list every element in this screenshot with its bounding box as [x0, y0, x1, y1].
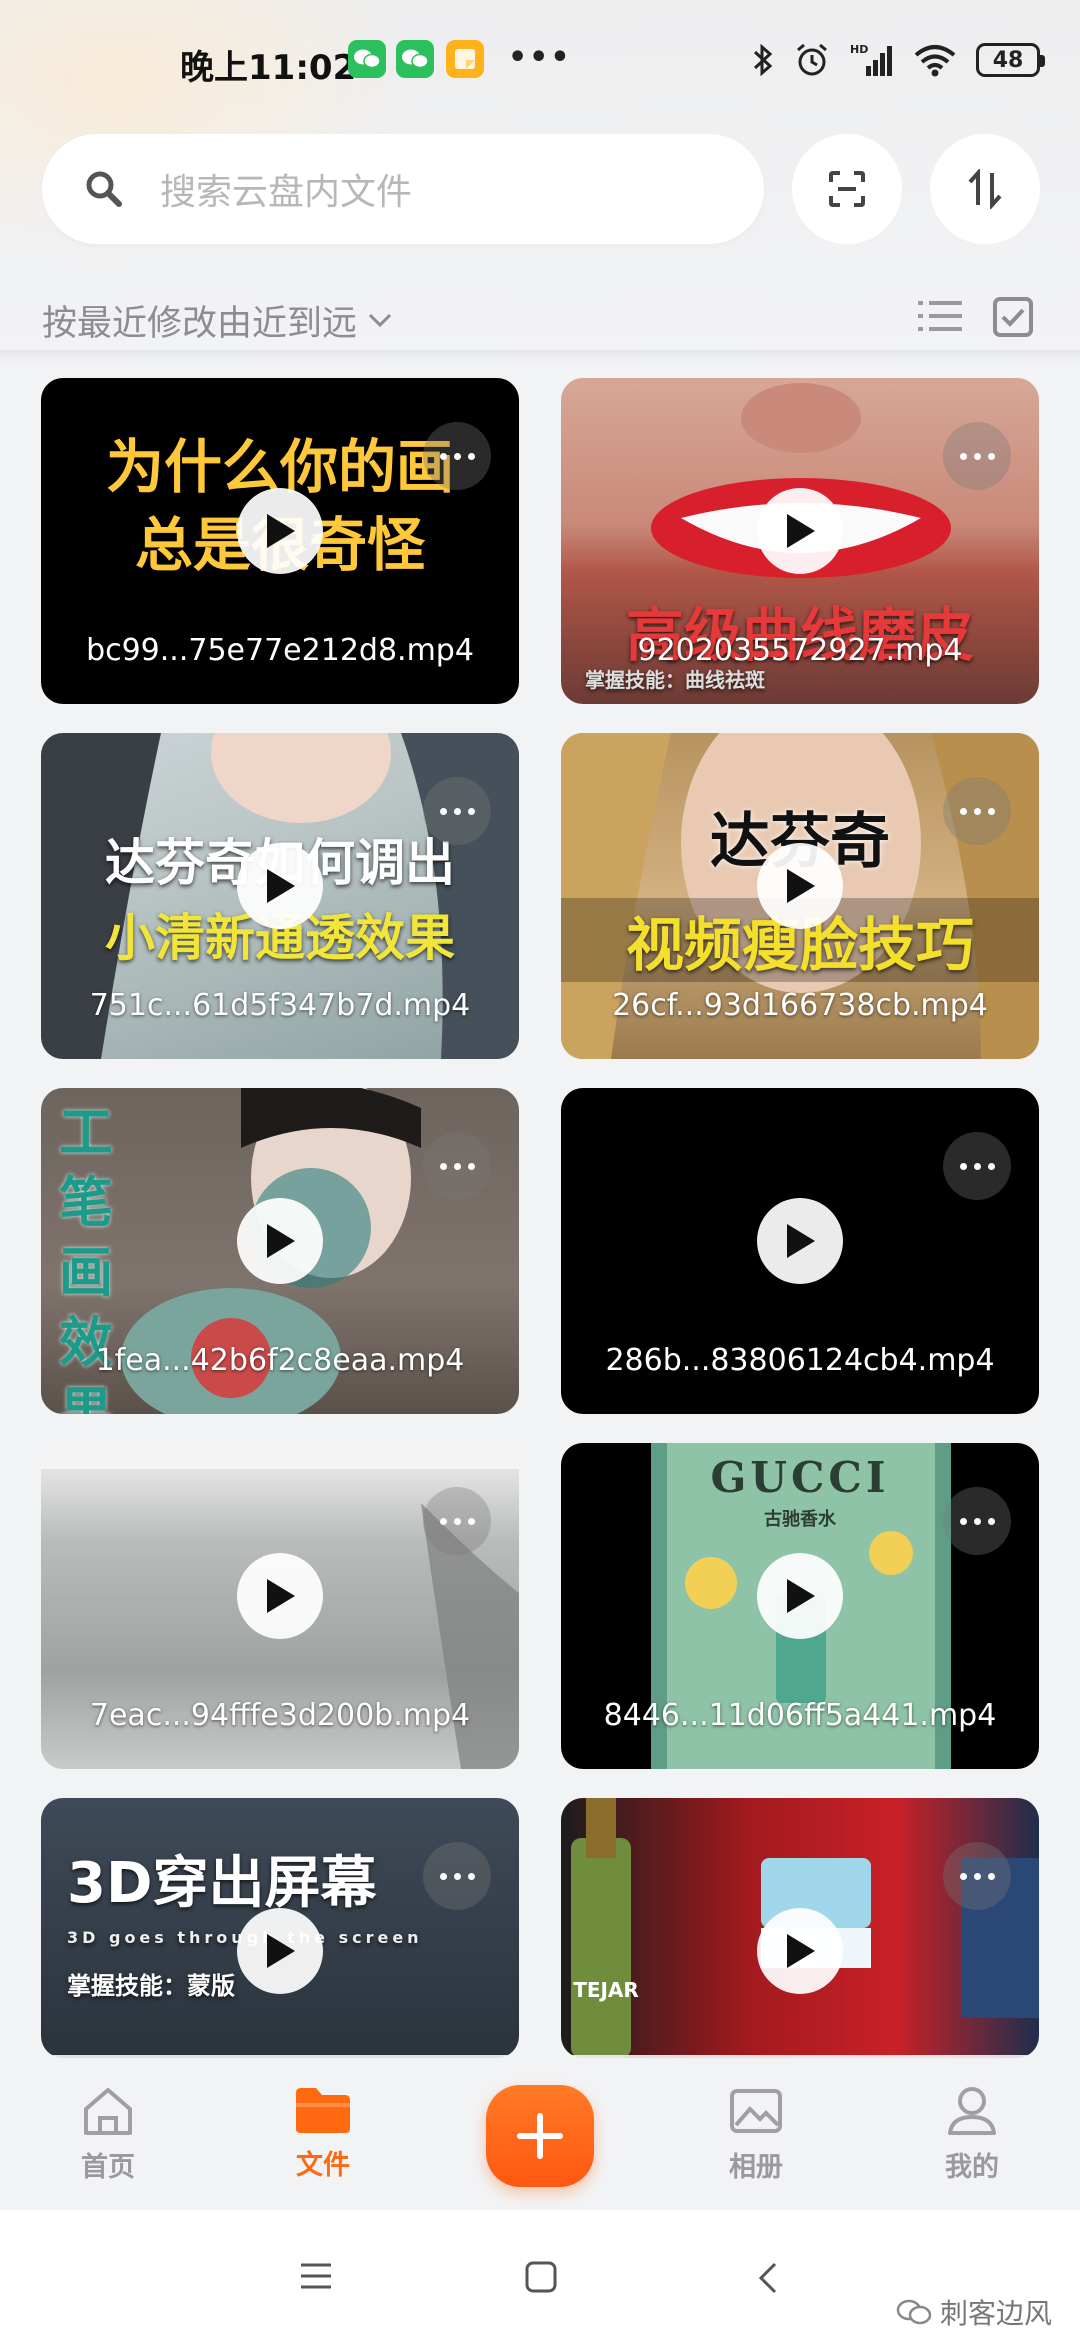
watermark: 刺客边风: [896, 2292, 1052, 2332]
menu-icon[interactable]: [298, 2260, 334, 2292]
file-name: 1fea...42b6f2c8eaa.mp4: [95, 1343, 465, 1378]
file-card[interactable]: 达芬奇如何调出 小清新通透效果 751c...61d5f347b7d.mp4: [41, 733, 519, 1059]
play-button[interactable]: [757, 843, 843, 929]
search-bar[interactable]: 搜索云盘内文件: [42, 134, 764, 244]
file-card[interactable]: 3D穿出屏幕 3D goes through the screen 掌握技能：蒙…: [41, 1798, 519, 2058]
file-name: 9202035572927.mp4: [637, 633, 963, 668]
signal-icon: HD: [850, 43, 892, 76]
more-options-button[interactable]: [423, 1132, 491, 1200]
file-card[interactable]: 286b...83806124cb4.mp4: [561, 1088, 1039, 1414]
more-options-button[interactable]: [423, 1842, 491, 1910]
play-button[interactable]: [757, 1908, 843, 1994]
file-card[interactable]: 高级曲线磨皮 掌握技能：曲线祛斑 9202035572927.mp4: [561, 378, 1039, 704]
battery-indicator: 48: [976, 43, 1045, 77]
plus-icon: [517, 2113, 563, 2159]
play-icon: [787, 869, 815, 903]
play-icon: [267, 869, 295, 903]
play-icon: [267, 1934, 295, 1968]
play-button[interactable]: [757, 1553, 843, 1639]
sort-dropdown[interactable]: 按最近修改由近到远: [42, 295, 357, 346]
list-divider: [0, 350, 1080, 364]
tab-label: 首页: [81, 2152, 135, 2183]
file-card[interactable]: 工笔画效果 1fea...42b6f2c8eaa.mp4: [41, 1088, 519, 1414]
file-card[interactable]: GUCCI 古驰香水 8446...11d06ff5a441.mp4: [561, 1443, 1039, 1769]
file-name: 7eac...94fffe3d200b.mp4: [89, 1698, 471, 1733]
file-name: 26cf...93d166738cb.mp4: [612, 988, 988, 1023]
file-card[interactable]: 为什么你的画 总是很奇怪 bc99...75e77e212d8.mp4: [41, 378, 519, 704]
tab-home[interactable]: 首页: [48, 2085, 168, 2184]
play-button[interactable]: [757, 488, 843, 574]
tab-profile[interactable]: 我的: [912, 2085, 1032, 2184]
play-icon: [787, 1579, 815, 1613]
home-icon: [84, 2088, 132, 2135]
chevron-down-icon[interactable]: [367, 311, 393, 329]
play-button[interactable]: [237, 1553, 323, 1639]
play-icon: [267, 514, 295, 548]
play-button[interactable]: [237, 488, 323, 574]
multi-select-icon[interactable]: [992, 296, 1034, 338]
network-type: HD: [850, 43, 868, 56]
wifi-icon: [914, 45, 956, 77]
play-icon: [267, 1224, 295, 1258]
play-icon: [787, 514, 815, 548]
more-options-button[interactable]: [943, 422, 1011, 490]
more-options-button[interactable]: [423, 1487, 491, 1555]
alarm-icon: [797, 43, 827, 76]
list-view-icon[interactable]: [918, 296, 962, 336]
status-bar: 晚上11:02 ••• HD 48: [0, 0, 1080, 120]
tab-label: 文件: [296, 2150, 350, 2181]
folder-icon: [296, 2088, 350, 2133]
tab-files[interactable]: 文件: [263, 2085, 383, 2182]
album-icon: [730, 2089, 782, 2133]
thumbnail-label: TEJAR: [573, 1978, 639, 2002]
more-options-button[interactable]: [943, 1487, 1011, 1555]
battery-level: 48: [992, 47, 1024, 73]
file-card[interactable]: TEJAR: [561, 1798, 1039, 2058]
search-icon: [86, 171, 122, 207]
play-button[interactable]: [757, 1198, 843, 1284]
wechat-logo-icon: [896, 2299, 932, 2325]
scan-button[interactable]: [792, 134, 902, 244]
sort-bar: 按最近修改由近到远: [42, 290, 1038, 350]
profile-icon: [948, 2087, 996, 2135]
notes-app-icon: [446, 40, 484, 78]
more-options-button[interactable]: [423, 422, 491, 490]
more-options-button[interactable]: [943, 777, 1011, 845]
play-button[interactable]: [237, 1908, 323, 1994]
file-name: bc99...75e77e212d8.mp4: [86, 633, 474, 668]
play-button[interactable]: [237, 843, 323, 929]
bluetooth-icon: [753, 43, 773, 77]
wechat-icon-2: [396, 40, 434, 78]
play-icon: [267, 1579, 295, 1613]
add-button[interactable]: [486, 2085, 594, 2187]
file-card[interactable]: 7eac...94fffe3d200b.mp4: [41, 1443, 519, 1769]
play-icon: [787, 1934, 815, 1968]
more-options-button[interactable]: [943, 1132, 1011, 1200]
tab-label: 我的: [945, 2152, 999, 2183]
file-name: 751c...61d5f347b7d.mp4: [89, 988, 471, 1023]
tab-album[interactable]: 相册: [696, 2085, 816, 2184]
more-options-button[interactable]: [943, 1842, 1011, 1910]
play-icon: [787, 1224, 815, 1258]
tab-label: 相册: [729, 2152, 783, 2183]
file-name: 8446...11d06ff5a441.mp4: [603, 1698, 997, 1733]
status-time: 晚上11:02: [180, 48, 357, 88]
file-name: 286b...83806124cb4.mp4: [605, 1343, 995, 1378]
more-notifications-icon: •••: [508, 40, 572, 75]
play-button[interactable]: [237, 1198, 323, 1284]
wechat-icon: [348, 40, 386, 78]
transfer-icon: [968, 169, 1002, 209]
scan-icon: [829, 171, 865, 207]
more-options-button[interactable]: [423, 777, 491, 845]
file-card[interactable]: 达芬奇 视频瘦脸技巧 26cf...93d166738cb.mp4: [561, 733, 1039, 1059]
thumbnail-subtitle: 掌握技能：曲线祛斑: [585, 668, 765, 692]
home-nav-icon[interactable]: [524, 2260, 558, 2294]
search-placeholder: 搜索云盘内文件: [160, 172, 413, 213]
transfer-button[interactable]: [930, 134, 1040, 244]
watermark-text: 刺客边风: [939, 2297, 1052, 2330]
back-icon[interactable]: [756, 2260, 780, 2296]
